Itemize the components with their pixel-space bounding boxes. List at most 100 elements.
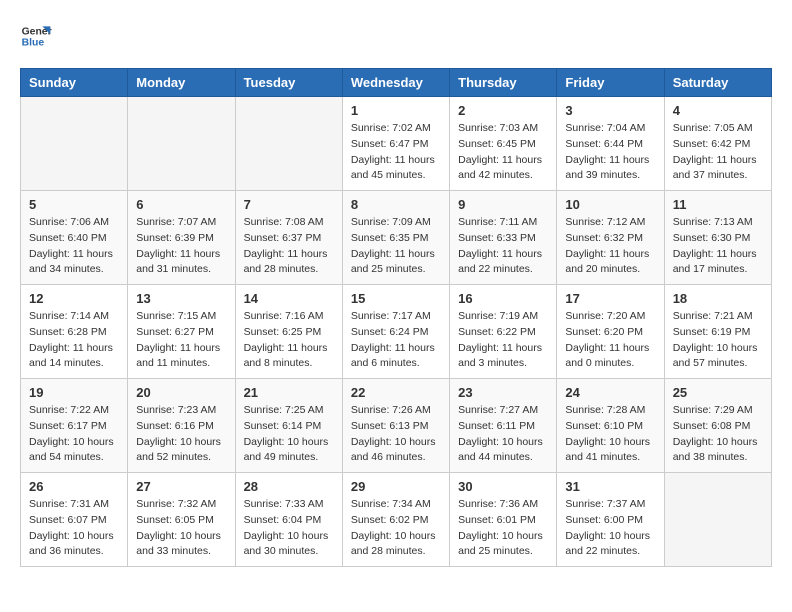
calendar-cell: 19 Sunrise: 7:22 AM Sunset: 6:17 PM Dayli… [21, 379, 128, 473]
day-number: 14 [244, 291, 334, 306]
dow-header-tuesday: Tuesday [235, 69, 342, 97]
day-info: Sunrise: 7:33 AM Sunset: 6:04 PM Dayligh… [244, 497, 334, 560]
day-number: 22 [351, 385, 441, 400]
day-info: Sunrise: 7:05 AM Sunset: 6:42 PM Dayligh… [673, 121, 763, 184]
day-number: 1 [351, 103, 441, 118]
day-number: 23 [458, 385, 548, 400]
calendar-cell [235, 97, 342, 191]
day-info: Sunrise: 7:21 AM Sunset: 6:19 PM Dayligh… [673, 309, 763, 372]
calendar-week-3: 12 Sunrise: 7:14 AM Sunset: 6:28 PM Dayli… [21, 285, 772, 379]
day-info: Sunrise: 7:07 AM Sunset: 6:39 PM Dayligh… [136, 215, 226, 278]
day-info: Sunrise: 7:17 AM Sunset: 6:24 PM Dayligh… [351, 309, 441, 372]
calendar-cell [664, 473, 771, 567]
calendar-cell: 22 Sunrise: 7:26 AM Sunset: 6:13 PM Dayli… [342, 379, 449, 473]
day-number: 9 [458, 197, 548, 212]
calendar-cell: 3 Sunrise: 7:04 AM Sunset: 6:44 PM Daylig… [557, 97, 664, 191]
day-number: 26 [29, 479, 119, 494]
calendar-cell: 13 Sunrise: 7:15 AM Sunset: 6:27 PM Dayli… [128, 285, 235, 379]
day-number: 25 [673, 385, 763, 400]
calendar-week-5: 26 Sunrise: 7:31 AM Sunset: 6:07 PM Dayli… [21, 473, 772, 567]
day-number: 31 [565, 479, 655, 494]
day-number: 2 [458, 103, 548, 118]
calendar-body: 1 Sunrise: 7:02 AM Sunset: 6:47 PM Daylig… [21, 97, 772, 567]
calendar-cell: 1 Sunrise: 7:02 AM Sunset: 6:47 PM Daylig… [342, 97, 449, 191]
day-info: Sunrise: 7:31 AM Sunset: 6:07 PM Dayligh… [29, 497, 119, 560]
day-number: 13 [136, 291, 226, 306]
day-info: Sunrise: 7:11 AM Sunset: 6:33 PM Dayligh… [458, 215, 548, 278]
day-info: Sunrise: 7:20 AM Sunset: 6:20 PM Dayligh… [565, 309, 655, 372]
day-info: Sunrise: 7:08 AM Sunset: 6:37 PM Dayligh… [244, 215, 334, 278]
day-info: Sunrise: 7:13 AM Sunset: 6:30 PM Dayligh… [673, 215, 763, 278]
calendar-cell: 30 Sunrise: 7:36 AM Sunset: 6:01 PM Dayli… [450, 473, 557, 567]
days-of-week-row: SundayMondayTuesdayWednesdayThursdayFrid… [21, 69, 772, 97]
calendar-cell: 7 Sunrise: 7:08 AM Sunset: 6:37 PM Daylig… [235, 191, 342, 285]
calendar-cell: 6 Sunrise: 7:07 AM Sunset: 6:39 PM Daylig… [128, 191, 235, 285]
calendar-cell: 17Sunrise: 7:20 AM Sunset: 6:20 PM Dayli… [557, 285, 664, 379]
calendar-cell: 8 Sunrise: 7:09 AM Sunset: 6:35 PM Daylig… [342, 191, 449, 285]
calendar-cell: 5 Sunrise: 7:06 AM Sunset: 6:40 PM Daylig… [21, 191, 128, 285]
calendar-week-1: 1 Sunrise: 7:02 AM Sunset: 6:47 PM Daylig… [21, 97, 772, 191]
day-info: Sunrise: 7:37 AM Sunset: 6:00 PM Dayligh… [565, 497, 655, 560]
day-info: Sunrise: 7:32 AM Sunset: 6:05 PM Dayligh… [136, 497, 226, 560]
calendar-cell: 20 Sunrise: 7:23 AM Sunset: 6:16 PM Dayli… [128, 379, 235, 473]
day-info: Sunrise: 7:16 AM Sunset: 6:25 PM Dayligh… [244, 309, 334, 372]
day-info: Sunrise: 7:28 AM Sunset: 6:10 PM Dayligh… [565, 403, 655, 466]
day-number: 24 [565, 385, 655, 400]
calendar-week-4: 19 Sunrise: 7:22 AM Sunset: 6:17 PM Dayli… [21, 379, 772, 473]
day-number: 6 [136, 197, 226, 212]
calendar-cell: 25Sunrise: 7:29 AM Sunset: 6:08 PM Dayli… [664, 379, 771, 473]
calendar-cell: 14 Sunrise: 7:16 AM Sunset: 6:25 PM Dayli… [235, 285, 342, 379]
day-info: Sunrise: 7:22 AM Sunset: 6:17 PM Dayligh… [29, 403, 119, 466]
calendar-cell: 9 Sunrise: 7:11 AM Sunset: 6:33 PM Daylig… [450, 191, 557, 285]
day-info: Sunrise: 7:19 AM Sunset: 6:22 PM Dayligh… [458, 309, 548, 372]
day-number: 4 [673, 103, 763, 118]
day-number: 28 [244, 479, 334, 494]
calendar-cell: 11Sunrise: 7:13 AM Sunset: 6:30 PM Dayli… [664, 191, 771, 285]
day-info: Sunrise: 7:25 AM Sunset: 6:14 PM Dayligh… [244, 403, 334, 466]
header: General Blue [20, 20, 772, 52]
day-info: Sunrise: 7:15 AM Sunset: 6:27 PM Dayligh… [136, 309, 226, 372]
calendar-cell [21, 97, 128, 191]
day-info: Sunrise: 7:27 AM Sunset: 6:11 PM Dayligh… [458, 403, 548, 466]
day-info: Sunrise: 7:04 AM Sunset: 6:44 PM Dayligh… [565, 121, 655, 184]
day-number: 16 [458, 291, 548, 306]
calendar-cell: 2Sunrise: 7:03 AM Sunset: 6:45 PM Daylig… [450, 97, 557, 191]
day-info: Sunrise: 7:06 AM Sunset: 6:40 PM Dayligh… [29, 215, 119, 278]
dow-header-friday: Friday [557, 69, 664, 97]
calendar-cell: 24 Sunrise: 7:28 AM Sunset: 6:10 PM Dayli… [557, 379, 664, 473]
calendar-cell: 4 Sunrise: 7:05 AM Sunset: 6:42 PM Daylig… [664, 97, 771, 191]
day-number: 5 [29, 197, 119, 212]
day-info: Sunrise: 7:02 AM Sunset: 6:47 PM Dayligh… [351, 121, 441, 184]
calendar-cell: 26 Sunrise: 7:31 AM Sunset: 6:07 PM Dayli… [21, 473, 128, 567]
day-number: 15 [351, 291, 441, 306]
day-info: Sunrise: 7:09 AM Sunset: 6:35 PM Dayligh… [351, 215, 441, 278]
calendar-cell: 29Sunrise: 7:34 AM Sunset: 6:02 PM Dayli… [342, 473, 449, 567]
day-number: 10 [565, 197, 655, 212]
calendar-cell: 21 Sunrise: 7:25 AM Sunset: 6:14 PM Dayli… [235, 379, 342, 473]
day-number: 27 [136, 479, 226, 494]
day-info: Sunrise: 7:36 AM Sunset: 6:01 PM Dayligh… [458, 497, 548, 560]
calendar-week-2: 5 Sunrise: 7:06 AM Sunset: 6:40 PM Daylig… [21, 191, 772, 285]
day-number: 30 [458, 479, 548, 494]
dow-header-sunday: Sunday [21, 69, 128, 97]
day-number: 12 [29, 291, 119, 306]
day-number: 19 [29, 385, 119, 400]
calendar-cell: 18Sunrise: 7:21 AM Sunset: 6:19 PM Dayli… [664, 285, 771, 379]
day-info: Sunrise: 7:12 AM Sunset: 6:32 PM Dayligh… [565, 215, 655, 278]
day-number: 8 [351, 197, 441, 212]
calendar-cell: 27 Sunrise: 7:32 AM Sunset: 6:05 PM Dayli… [128, 473, 235, 567]
calendar-cell: 28 Sunrise: 7:33 AM Sunset: 6:04 PM Dayli… [235, 473, 342, 567]
day-number: 20 [136, 385, 226, 400]
day-number: 21 [244, 385, 334, 400]
svg-text:Blue: Blue [22, 38, 45, 49]
logo-icon: General Blue [20, 20, 52, 52]
day-number: 7 [244, 197, 334, 212]
calendar: SundayMondayTuesdayWednesdayThursdayFrid… [20, 68, 772, 567]
day-number: 3 [565, 103, 655, 118]
dow-header-monday: Monday [128, 69, 235, 97]
logo: General Blue [20, 20, 52, 52]
day-info: Sunrise: 7:26 AM Sunset: 6:13 PM Dayligh… [351, 403, 441, 466]
day-info: Sunrise: 7:23 AM Sunset: 6:16 PM Dayligh… [136, 403, 226, 466]
calendar-cell: 31 Sunrise: 7:37 AM Sunset: 6:00 PM Dayli… [557, 473, 664, 567]
day-info: Sunrise: 7:14 AM Sunset: 6:28 PM Dayligh… [29, 309, 119, 372]
